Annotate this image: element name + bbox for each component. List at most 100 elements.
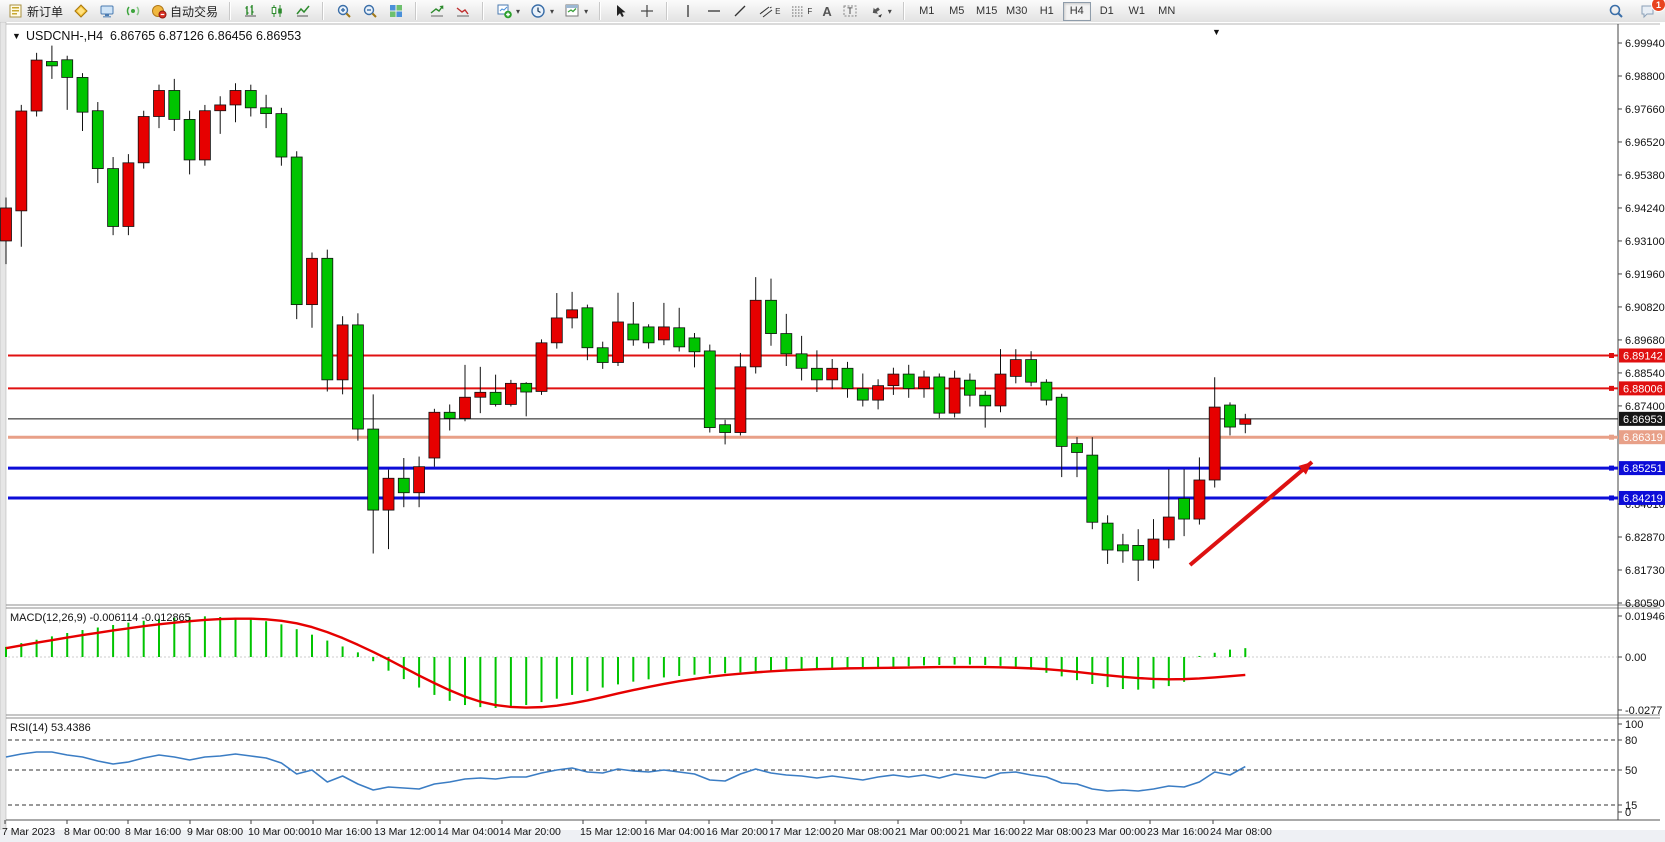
line-handle[interactable] [1609, 435, 1614, 440]
candle-body [796, 354, 807, 368]
svg-text:6.87400: 6.87400 [1625, 401, 1665, 413]
new-order-button[interactable]: 新订单 [3, 0, 68, 22]
candle-body [919, 377, 930, 389]
timeframe-m1[interactable]: M1 [913, 2, 941, 21]
timeframe-h1[interactable]: H1 [1033, 2, 1061, 21]
svg-text:14 Mar 20:00: 14 Mar 20:00 [499, 826, 561, 838]
search-icon [1608, 3, 1624, 19]
candle-body [77, 77, 88, 112]
timeframe-m30[interactable]: M30 [1003, 2, 1031, 21]
candle-body [949, 378, 960, 413]
candle-body [1102, 523, 1113, 550]
svg-text:6.80590: 6.80590 [1625, 598, 1665, 610]
cursor-icon [613, 3, 629, 19]
svg-text:16 Mar 20:00: 16 Mar 20:00 [706, 826, 768, 838]
chart-canvas[interactable]: 6.999406.988006.976606.965206.953806.942… [0, 22, 1665, 842]
vertical-line-tool-button[interactable] [675, 0, 701, 22]
chart-window: 6.999406.988006.976606.965206.953806.942… [0, 22, 1665, 842]
candle-body [582, 308, 593, 348]
line-handle[interactable] [1609, 466, 1614, 471]
svg-text:0.00: 0.00 [1625, 652, 1646, 664]
crosshair-tool-button[interactable] [634, 0, 660, 22]
svg-text:21 Mar 16:00: 21 Mar 16:00 [958, 826, 1020, 838]
zoom-in-icon [336, 3, 352, 19]
timeframe-m15[interactable]: M15 [973, 2, 1001, 21]
candle-body [551, 318, 562, 343]
tile-windows-button[interactable] [383, 0, 409, 22]
bar-chart-button[interactable] [238, 0, 264, 22]
notifications-button[interactable]: 1 [1635, 0, 1661, 22]
zoom-in-button[interactable] [331, 0, 357, 22]
candle-body [1179, 499, 1190, 520]
candle-body [429, 412, 440, 458]
timeframe-w1[interactable]: W1 [1123, 2, 1151, 21]
candle-body [368, 429, 379, 510]
candle-body [1225, 405, 1236, 427]
toolbar-separator [321, 2, 326, 20]
candle-body [1072, 444, 1083, 453]
horizontal-line-icon [706, 3, 722, 19]
candle-body [658, 327, 669, 340]
svg-text:6.84219: 6.84219 [1623, 493, 1663, 505]
candle-body [536, 343, 547, 392]
svg-text:-0.0277: -0.0277 [1625, 705, 1662, 717]
line-handle[interactable] [1609, 386, 1614, 391]
candle-body [460, 397, 471, 418]
fibonacci-tool-button[interactable]: F [785, 0, 817, 22]
candle-body [888, 374, 899, 386]
svg-text:T: T [847, 6, 853, 16]
timeframe-mn[interactable]: MN [1153, 2, 1181, 21]
mt4-terminal-window: { "toolbar": { "new_order_label": "新订单",… [0, 0, 1665, 842]
svg-text:23 Mar 00:00: 23 Mar 00:00 [1084, 826, 1146, 838]
chart-symbol-title: USDCNH-,H4 [26, 29, 103, 43]
timeframe-d1[interactable]: D1 [1093, 2, 1121, 21]
svg-text:100: 100 [1625, 719, 1643, 731]
svg-text:23 Mar 16:00: 23 Mar 16:00 [1147, 826, 1209, 838]
timeframe-m5[interactable]: M5 [943, 2, 971, 21]
new-chart-button[interactable]: ▾ [491, 0, 525, 22]
candle-body [842, 368, 853, 388]
line-handle[interactable] [1609, 495, 1614, 500]
svg-text:6.94240: 6.94240 [1625, 203, 1665, 215]
trendline-tool-button[interactable] [727, 0, 753, 22]
candle-body [490, 392, 501, 404]
candle-body [720, 425, 731, 433]
line-chart-button[interactable] [290, 0, 316, 22]
candle-body [980, 395, 991, 406]
profit-up-button[interactable] [424, 0, 450, 22]
candle-body [613, 322, 624, 363]
channel-tool-button[interactable]: E [753, 0, 785, 22]
svg-text:8 Mar 16:00: 8 Mar 16:00 [125, 826, 181, 838]
svg-text:▼: ▼ [1212, 27, 1221, 37]
label-tool-button[interactable]: T [837, 0, 863, 22]
search-button[interactable] [1603, 0, 1629, 22]
candle-body [827, 368, 838, 380]
candle-body [154, 90, 165, 116]
candle-body [307, 258, 318, 304]
profit-down-button[interactable] [450, 0, 476, 22]
signal-button[interactable] [120, 0, 146, 22]
zoom-out-button[interactable] [357, 0, 383, 22]
gold-chart-button[interactable] [68, 0, 94, 22]
svg-text:10 Mar 00:00: 10 Mar 00:00 [248, 826, 310, 838]
timeframe-h4[interactable]: H4 [1063, 2, 1091, 21]
horizontal-line-tool-button[interactable] [701, 0, 727, 22]
candle-body [766, 300, 777, 333]
svg-text:6.85251: 6.85251 [1623, 463, 1663, 475]
terminal-button[interactable] [94, 0, 120, 22]
template-button[interactable]: ▾ [559, 0, 593, 22]
candle-body [1, 208, 12, 241]
text-tool-button[interactable]: A [817, 0, 836, 22]
shapes-tool-button[interactable]: ▾ [863, 0, 897, 22]
auto-trading-label: 自动交易 [170, 3, 218, 20]
line-handle[interactable] [1609, 353, 1614, 358]
template-caret-icon: ▾ [584, 7, 588, 16]
auto-trading-button[interactable]: 自动交易 [146, 0, 223, 22]
cursor-tool-button[interactable] [608, 0, 634, 22]
toolbar-separator [902, 2, 907, 20]
candle-body [735, 367, 746, 433]
period-button[interactable]: ▾ [525, 0, 559, 22]
candle-chart-button[interactable] [264, 0, 290, 22]
gold-ingot-icon [73, 3, 89, 19]
vertical-line-icon [680, 3, 696, 19]
